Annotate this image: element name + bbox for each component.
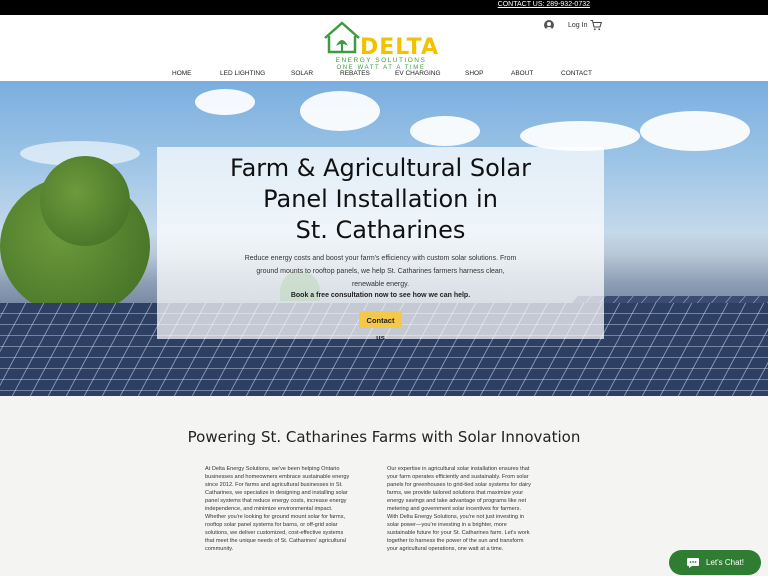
chat-bubble-icon: [687, 557, 699, 568]
hero-section: Farm & Agricultural Solar Panel Installa…: [0, 81, 768, 396]
login-label: Log In: [568, 21, 588, 29]
body-text-line: Whether you're looking for ground mount …: [205, 514, 346, 520]
user-avatar-icon: [544, 20, 554, 30]
nav-solar[interactable]: SOLAR: [291, 70, 313, 77]
nav-shop[interactable]: SHOP: [465, 70, 483, 77]
site-logo[interactable]: DELTA ENERGY SOLUTIONS ONE WATT AT A TIM…: [322, 20, 440, 71]
login-button[interactable]: Log In: [544, 18, 587, 32]
hero-title-line: St. Catharines: [295, 216, 466, 244]
hero-title: Farm & Agricultural Solar Panel Installa…: [157, 153, 604, 246]
hero-cloud: [300, 91, 380, 131]
body-text-line: With Delta Energy Solutions, you're not …: [387, 514, 524, 520]
body-text-line: energy savings and take advantage of pro…: [387, 498, 526, 504]
body-text-line: panel systems that reduce energy costs, …: [205, 498, 347, 504]
body-text-line: since 2012. For farms and agricultural b…: [205, 482, 343, 488]
right-text-column: Our expertise in agricultural solar inst…: [387, 465, 555, 553]
hero-cta-text: Book a free consultation now to see how …: [290, 292, 471, 299]
body-text-line: independence, and minimize environmental…: [205, 506, 333, 512]
body-text-line: farms, we provide tailored solutions tha…: [387, 490, 524, 496]
left-text-column: At Delta Energy Solutions, we've been he…: [205, 465, 373, 553]
body-text-line: community.: [205, 546, 234, 552]
body-text-line: rooftop solar panel systems for barns, o…: [205, 522, 338, 528]
body-text-line: Our expertise in agricultural solar inst…: [387, 466, 530, 472]
contact-us-button[interactable]: Contact us: [359, 311, 402, 342]
section-title: Powering St. Catharines Farms with Solar…: [187, 428, 581, 446]
nav-home[interactable]: HOME: [172, 70, 192, 77]
chat-label: Let's Chat!: [706, 558, 744, 567]
site-header: DELTA ENERGY SOLUTIONS ONE WATT AT A TIM…: [0, 15, 768, 81]
hero-tree: [40, 156, 130, 246]
main-nav: HOME LED LIGHTING SOLAR REBATES EV CHARG…: [0, 68, 768, 81]
hero-cloud: [195, 89, 255, 115]
nav-contact[interactable]: CONTACT: [561, 70, 592, 77]
body-text-line: At Delta Energy Solutions, we've been he…: [205, 466, 340, 472]
hero-title-line: Farm & Agricultural Solar: [229, 154, 532, 182]
body-text-line: panels for greenhouses to grid-tied sola…: [387, 482, 531, 488]
body-text-line: your farm operates efficiently and susta…: [387, 474, 529, 480]
body-text-line: businesses and homeowners embrace sustai…: [205, 474, 350, 480]
cart-icon[interactable]: [590, 19, 602, 31]
hero-desc-line: renewable energy.: [351, 281, 410, 288]
top-bar: CONTACT US: 289-932-0732: [0, 0, 768, 15]
house-logo-icon: [324, 21, 360, 54]
hero-cloud: [640, 111, 750, 151]
nav-about[interactable]: ABOUT: [511, 70, 533, 77]
body-text-line: solar power—you're investing in a bright…: [387, 522, 507, 528]
hero-desc-line: Reduce energy costs and boost your farm'…: [244, 255, 517, 262]
nav-ev-charging[interactable]: EV CHARGING: [395, 70, 441, 77]
hero-desc-line: ground mounts to rooftop panels, we help…: [256, 268, 505, 275]
body-text-line: together to harness the power of the sun…: [387, 538, 524, 544]
chat-button[interactable]: Let's Chat!: [669, 550, 761, 575]
body-text-line: Catharines, we specialize in designing a…: [205, 490, 348, 496]
hero-cloud: [410, 116, 480, 146]
hero-description: Reduce energy costs and boost your farm'…: [233, 252, 528, 291]
hero-overlay-card: Farm & Agricultural Solar Panel Installa…: [157, 147, 604, 342]
body-text-line: sustainable future for your St. Catharin…: [387, 530, 530, 536]
logo-tagline-1: ENERGY SOLUTIONS: [335, 57, 427, 64]
contact-phone-link[interactable]: CONTACT US: 289-932-0732: [498, 1, 590, 8]
hero-title-line: Panel Installation in: [263, 185, 498, 213]
body-text-line: solutions, we deliver customized, cost-e…: [205, 530, 344, 536]
body-text-line: that meet the unique needs of St. Cathar…: [205, 538, 346, 544]
body-text-line: your agricultural operations, one watt a…: [387, 546, 504, 552]
body-text-line: metering and government solar incentives…: [387, 506, 521, 512]
nav-led-lighting[interactable]: LED LIGHTING: [220, 70, 265, 77]
nav-rebates[interactable]: REBATES: [340, 70, 370, 77]
